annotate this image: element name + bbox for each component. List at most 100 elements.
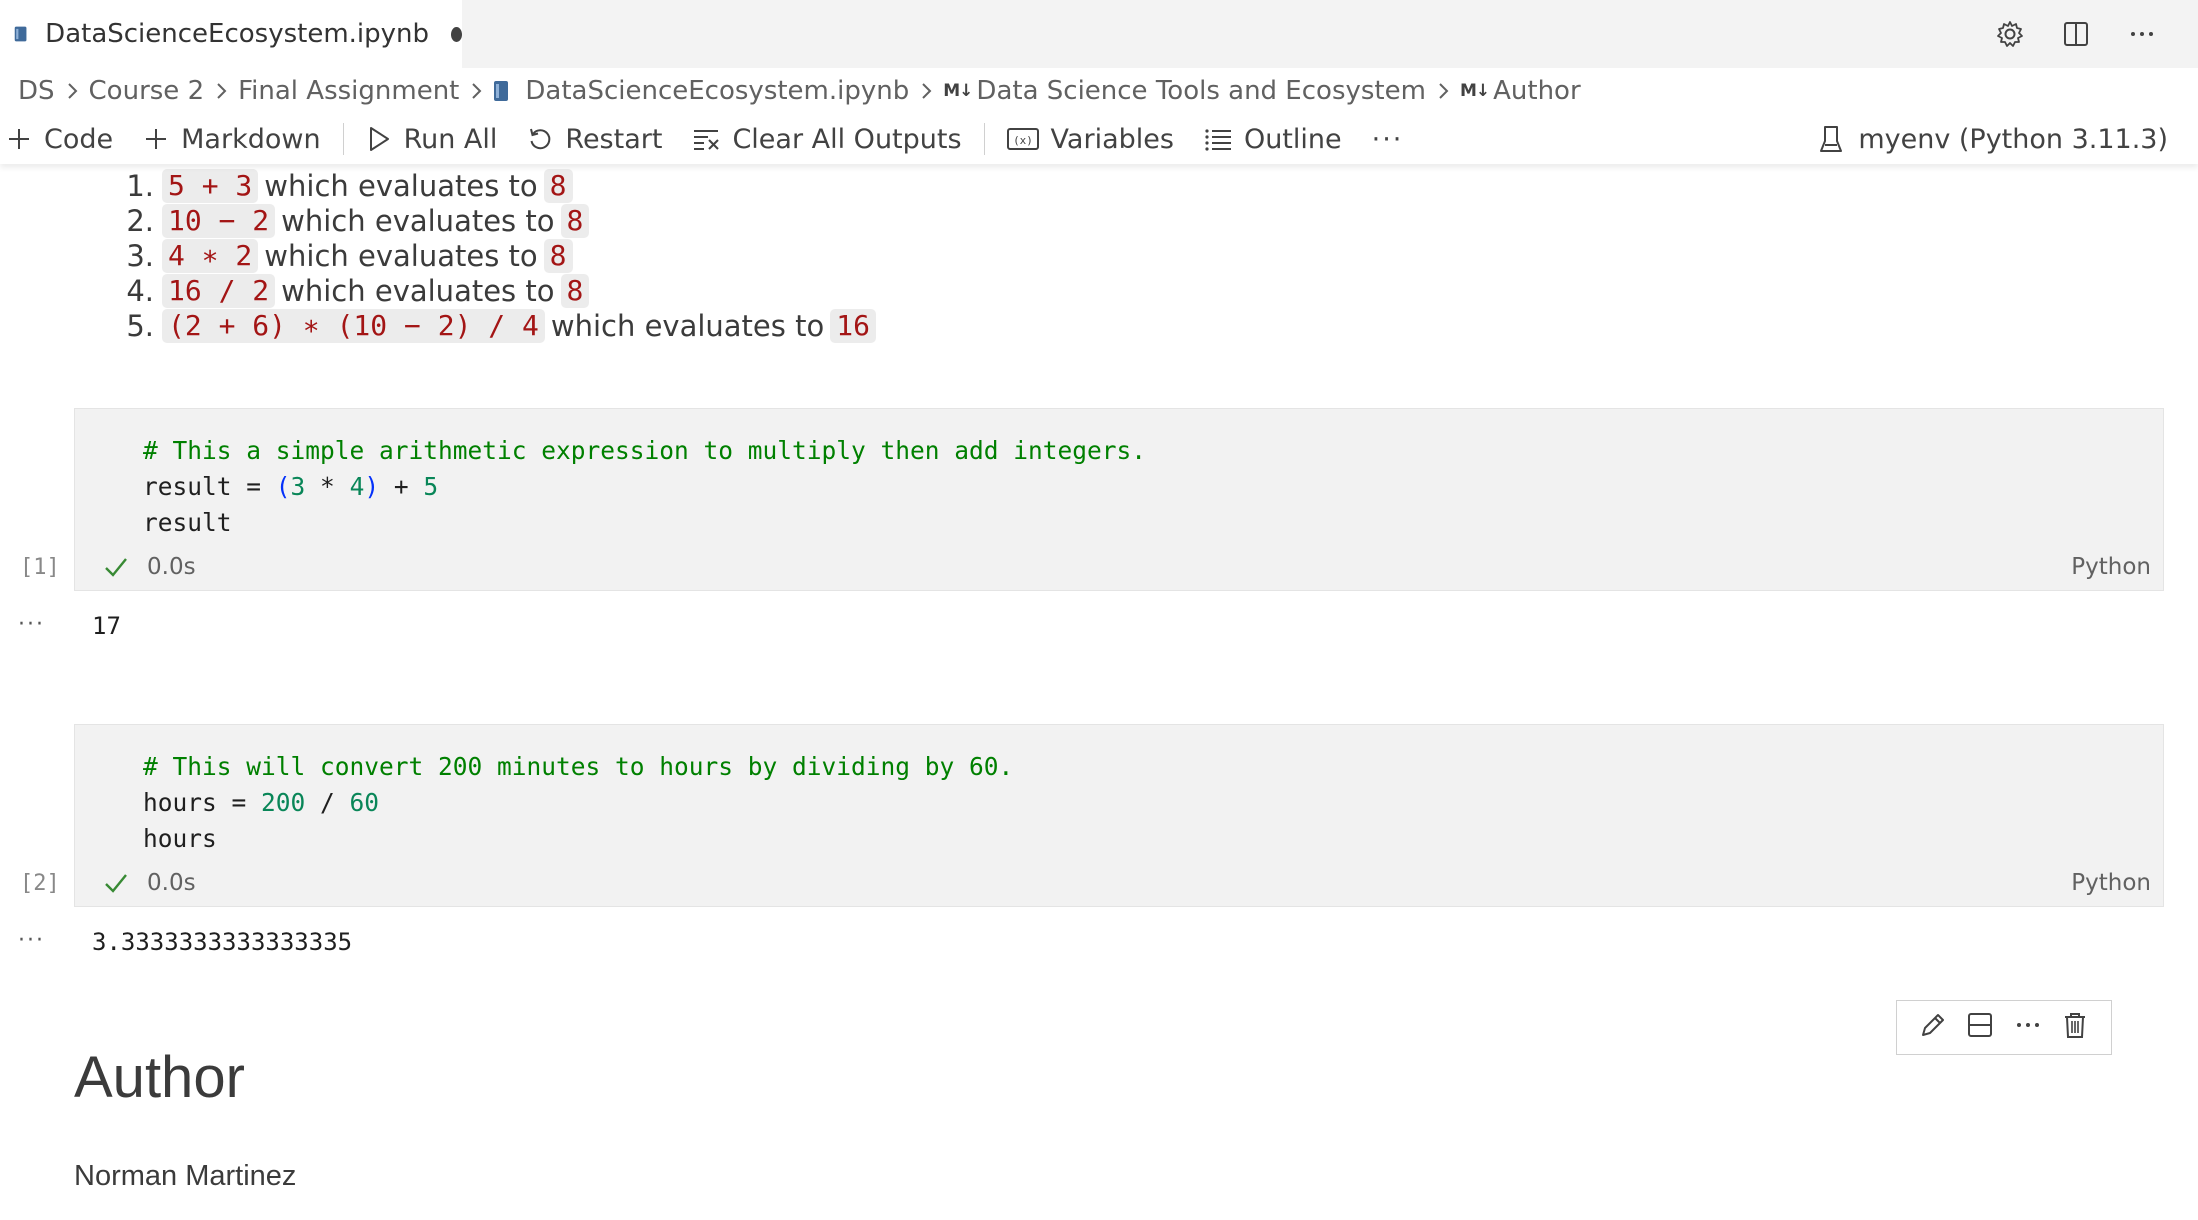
code-cell[interactable]: # This a simple arithmetic expression to… bbox=[74, 408, 2164, 591]
breadcrumb-item-heading[interactable]: Data Science Tools and Ecosystem bbox=[976, 76, 1426, 106]
breadcrumb-item-author[interactable]: Author bbox=[1493, 76, 1581, 106]
breadcrumb: DS Course 2 Final Assignment DataScience… bbox=[18, 70, 1581, 112]
clear-all-outputs-button[interactable]: Clear All Outputs bbox=[688, 114, 965, 164]
list-item: 2. 10 − 2 which evaluates to 8 bbox=[110, 203, 882, 238]
add-code-cell-button[interactable]: Code bbox=[0, 114, 117, 164]
code-paren: ( bbox=[275, 472, 291, 501]
run-all-button[interactable]: Run All bbox=[362, 114, 502, 164]
author-heading: Author bbox=[74, 1045, 245, 1110]
chevron-right-icon bbox=[919, 81, 933, 101]
svg-text:(x): (x) bbox=[1013, 134, 1033, 147]
cell-output: 17 bbox=[92, 612, 121, 640]
code-number: 200 bbox=[261, 788, 306, 817]
toolbar-more-button[interactable]: ··· bbox=[1368, 114, 1408, 164]
inline-code: 8 bbox=[543, 168, 573, 203]
breadcrumb-item-final-assignment[interactable]: Final Assignment bbox=[238, 76, 459, 106]
list-text: which evaluates to bbox=[281, 273, 555, 308]
markdown-icon: M↓ bbox=[943, 81, 973, 101]
output-menu-icon[interactable]: ··· bbox=[18, 612, 45, 637]
code-number: 5 bbox=[423, 472, 439, 501]
toolbar-divider bbox=[983, 123, 985, 155]
list-number: 4. bbox=[126, 273, 154, 308]
cell-language[interactable]: Python bbox=[2071, 868, 2151, 898]
notebook-file-icon bbox=[494, 81, 509, 101]
list-item: 3. 4 ∗ 2 which evaluates to 8 bbox=[110, 238, 882, 273]
code-text: hours bbox=[143, 824, 217, 853]
code-text: hours = bbox=[143, 788, 262, 817]
restart-icon bbox=[530, 128, 551, 150]
editor-tab-bar: DataScienceEcosystem.ipynb bbox=[0, 0, 2198, 68]
split-cell-icon[interactable] bbox=[1965, 1010, 1995, 1045]
unsaved-dot-icon[interactable] bbox=[451, 26, 462, 42]
trash-icon[interactable] bbox=[2060, 1010, 2090, 1045]
chevron-right-icon bbox=[1436, 81, 1450, 101]
kernel-icon bbox=[1820, 126, 1843, 152]
list-item: 4. 16 / 2 which evaluates to 8 bbox=[110, 273, 882, 308]
notebook-file-icon bbox=[14, 26, 27, 42]
cell-toolbar bbox=[1896, 1000, 2112, 1055]
tab-title: DataScienceEcosystem.ipynb bbox=[45, 19, 430, 49]
code-label: Code bbox=[44, 123, 114, 155]
code-operator: * bbox=[305, 472, 350, 501]
cell-status: 0.0s bbox=[103, 868, 196, 898]
list-text: which evaluates to bbox=[550, 308, 825, 343]
add-markdown-cell-button[interactable]: Markdown bbox=[139, 114, 324, 164]
variables-button[interactable]: (x) Variables bbox=[1003, 114, 1178, 164]
inline-code: (2 + 6) ∗ (10 − 2) / 4 bbox=[162, 308, 545, 343]
execution-time: 0.0s bbox=[147, 554, 196, 580]
breadcrumb-item-ds[interactable]: DS bbox=[18, 76, 55, 106]
kernel-picker[interactable]: myenv (Python 3.11.3) bbox=[1818, 114, 2168, 164]
variables-label: Variables bbox=[1050, 123, 1174, 155]
code-text: result = bbox=[143, 472, 276, 501]
code-operator: / bbox=[305, 788, 350, 817]
restart-label: Restart bbox=[565, 123, 663, 155]
code-editor[interactable]: # This will convert 200 minutes to hours… bbox=[143, 749, 1013, 857]
split-editor-icon[interactable] bbox=[2056, 14, 2096, 54]
outline-button[interactable]: Outline bbox=[1200, 114, 1346, 164]
inline-code: 8 bbox=[560, 273, 590, 308]
kernel-label: myenv (Python 3.11.3) bbox=[1858, 123, 2168, 155]
inline-code: 10 − 2 bbox=[162, 203, 276, 238]
restart-button[interactable]: Restart bbox=[523, 114, 666, 164]
variables-icon: (x) bbox=[1006, 128, 1039, 150]
inline-code: 16 / 2 bbox=[162, 273, 276, 308]
inline-code: 16 bbox=[830, 308, 876, 343]
code-number: 3 bbox=[290, 472, 306, 501]
inline-code: 4 ∗ 2 bbox=[162, 238, 259, 273]
list-text: which evaluates to bbox=[281, 203, 555, 238]
run-all-label: Run All bbox=[403, 123, 498, 155]
more-actions-icon[interactable] bbox=[2122, 14, 2162, 54]
cell-output: 3.3333333333333335 bbox=[92, 928, 353, 956]
notebook-toolbar: Code Markdown Run All Restart Clear All … bbox=[0, 114, 2198, 164]
inline-code: 8 bbox=[543, 238, 573, 273]
notebook-tab[interactable]: DataScienceEcosystem.ipynb bbox=[0, 0, 462, 68]
breadcrumb-item-notebook[interactable]: DataScienceEcosystem.ipynb bbox=[525, 76, 909, 106]
gear-icon[interactable] bbox=[1990, 14, 2030, 54]
list-text: which evaluates to bbox=[264, 168, 538, 203]
plus-icon bbox=[146, 129, 167, 149]
check-icon bbox=[105, 558, 127, 577]
code-paren: ) bbox=[364, 472, 380, 501]
author-name: Norman Martinez bbox=[74, 1160, 297, 1192]
pencil-icon[interactable] bbox=[1918, 1010, 1948, 1045]
list-number: 1. bbox=[126, 168, 154, 203]
play-icon bbox=[369, 127, 389, 151]
inline-code: 8 bbox=[560, 203, 590, 238]
cell-status: 0.0s bbox=[103, 552, 196, 582]
chevron-right-icon bbox=[469, 81, 483, 101]
breadcrumb-item-course[interactable]: Course 2 bbox=[89, 76, 205, 106]
list-item: 5. (2 + 6) ∗ (10 − 2) / 4 which evaluate… bbox=[110, 308, 882, 343]
list-item: 1. 5 + 3 which evaluates to 8 bbox=[110, 168, 882, 203]
more-icon[interactable] bbox=[2013, 1010, 2043, 1045]
code-comment: # This a simple arithmetic expression to… bbox=[143, 436, 1147, 465]
cell-language[interactable]: Python bbox=[2071, 552, 2151, 582]
code-number: 60 bbox=[349, 788, 380, 817]
outline-label: Outline bbox=[1243, 123, 1342, 155]
code-editor[interactable]: # This a simple arithmetic expression to… bbox=[143, 433, 1146, 541]
inline-code: 5 + 3 bbox=[162, 168, 259, 203]
chevron-right-icon bbox=[65, 81, 79, 101]
check-icon bbox=[105, 874, 127, 893]
code-cell[interactable]: # This will convert 200 minutes to hours… bbox=[74, 724, 2164, 907]
output-menu-icon[interactable]: ··· bbox=[18, 928, 45, 953]
execution-time: 0.0s bbox=[147, 870, 196, 896]
